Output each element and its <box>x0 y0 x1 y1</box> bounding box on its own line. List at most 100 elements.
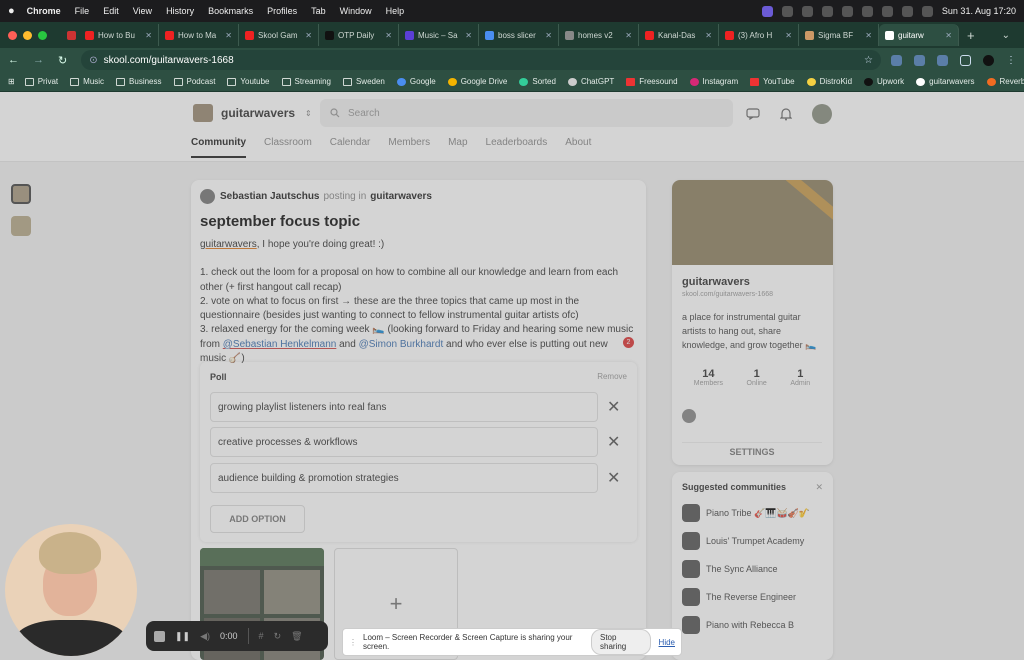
user-mention[interactable]: @Simon Burkhardt <box>359 339 444 350</box>
bookmark-business[interactable]: Business <box>116 77 162 86</box>
bookmark-reverb[interactable]: Reverb <box>986 77 1024 86</box>
close-window-button[interactable] <box>8 30 17 40</box>
remove-option-icon[interactable]: ✕ <box>607 397 620 417</box>
post-group-link[interactable]: guitarwavers <box>370 191 432 202</box>
bookmark-youtube-folder[interactable]: Youtube <box>227 77 270 86</box>
bookmark-streaming[interactable]: Streaming <box>281 77 331 86</box>
close-tab-icon[interactable]: ✕ <box>945 31 952 40</box>
extension-icon[interactable] <box>937 54 948 66</box>
tab-calendar[interactable]: Calendar <box>330 137 371 158</box>
suggested-item[interactable]: The Reverse Engineer <box>682 588 796 606</box>
search-icon[interactable] <box>901 5 913 17</box>
remove-poll-button[interactable]: Remove <box>597 372 627 382</box>
bookmark-music[interactable]: Music <box>70 77 104 86</box>
author-avatar[interactable] <box>200 189 215 204</box>
suggested-item[interactable]: Louis' Trumpet Academy <box>682 532 804 550</box>
close-tab-icon[interactable]: ✕ <box>705 31 712 40</box>
bookmark-google-drive[interactable]: Google Drive <box>447 77 507 86</box>
tab[interactable]: OTP Daily ✕ <box>319 24 399 46</box>
close-tab-icon[interactable]: ✕ <box>625 31 632 40</box>
bookmark-sweden[interactable]: Sweden <box>342 77 385 86</box>
close-tab-icon[interactable]: ✕ <box>465 31 472 40</box>
tab[interactable]: boss slicer ✕ <box>479 24 559 46</box>
pause-icon[interactable]: ❚❚ <box>175 631 190 642</box>
remove-option-icon[interactable]: ✕ <box>607 432 620 452</box>
chat-icon[interactable] <box>746 108 760 120</box>
zoom-window-button[interactable] <box>38 30 47 40</box>
author-name[interactable]: Sebastian Jautschus <box>220 191 319 202</box>
bookmark-freesound[interactable]: Freesound <box>626 77 678 86</box>
remove-option-icon[interactable]: ✕ <box>607 468 620 488</box>
stop-sharing-button[interactable]: Stop sharing <box>591 629 651 655</box>
extension-icon[interactable] <box>914 54 925 66</box>
group-mention[interactable]: guitarwavers <box>200 239 257 250</box>
bookmark-guitarwavers[interactable]: guitarwavers <box>916 77 975 86</box>
back-icon[interactable]: ← <box>8 54 19 66</box>
poll-option-input[interactable]: audience building & promotion strategies <box>210 463 598 493</box>
status-icon[interactable] <box>781 5 793 17</box>
menu-history[interactable]: History <box>166 6 194 16</box>
minimize-window-button[interactable] <box>23 30 32 40</box>
tab-about[interactable]: About <box>565 137 591 158</box>
status-icon[interactable] <box>861 5 873 17</box>
menu-view[interactable]: View <box>133 6 152 16</box>
menu-edit[interactable]: Edit <box>103 6 119 16</box>
tab[interactable]: How to Ma ✕ <box>159 24 239 46</box>
suggested-item[interactable]: The Sync Alliance <box>682 560 778 578</box>
tab-classroom[interactable]: Classroom <box>264 137 312 158</box>
share-grip-icon[interactable]: ⋮ <box>349 638 357 647</box>
menu-help[interactable]: Help <box>386 6 405 16</box>
close-tab-icon[interactable]: ✕ <box>225 31 232 40</box>
tab-map[interactable]: Map <box>448 137 467 158</box>
stat-admin[interactable]: 1 Admin <box>790 368 810 387</box>
tab-community[interactable]: Community <box>191 137 246 158</box>
trash-icon[interactable]: 🗑 <box>291 631 302 642</box>
forward-icon[interactable]: → <box>33 54 44 66</box>
extension-icon[interactable] <box>891 54 902 66</box>
mute-icon[interactable]: ◀) <box>200 631 210 642</box>
bookmark-podcast[interactable]: Podcast <box>173 77 215 86</box>
tab[interactable]: Kanal-Das ✕ <box>639 24 719 46</box>
close-tab-icon[interactable]: ✕ <box>865 31 872 40</box>
group-icon-guitarwavers[interactable] <box>11 184 31 204</box>
search-input[interactable]: Search <box>320 99 733 127</box>
close-tab-icon[interactable]: ✕ <box>305 31 312 40</box>
tab[interactable]: Sigma BF ✕ <box>799 24 879 46</box>
tab[interactable]: homes v2 ✕ <box>559 24 639 46</box>
loom-camera-bubble[interactable] <box>5 524 137 656</box>
close-icon[interactable]: ✕ <box>815 482 823 493</box>
clock[interactable]: Sun 31. Aug 17:20 <box>942 6 1016 16</box>
group-icon[interactable] <box>11 216 31 236</box>
apple-icon[interactable]: ● <box>8 5 15 17</box>
close-tab-icon[interactable]: ✕ <box>545 31 552 40</box>
hide-button[interactable]: Hide <box>659 638 675 647</box>
apps-grid-icon[interactable]: ⊞ <box>8 77 15 86</box>
wifi-icon[interactable] <box>881 5 893 17</box>
bookmark-sorted[interactable]: Sorted <box>519 77 556 86</box>
suggested-item[interactable]: Piano Tribe 🎸🎹🥁🎻🎷 <box>682 504 810 522</box>
close-tab-icon[interactable]: ✕ <box>385 31 392 40</box>
menu-tab[interactable]: Tab <box>311 6 326 16</box>
status-icon[interactable] <box>801 5 813 17</box>
menu-profiles[interactable]: Profiles <box>267 6 297 16</box>
bookmark-google[interactable]: Google <box>396 77 436 86</box>
bookmark-instagram[interactable]: Instagram <box>689 77 738 86</box>
add-option-button[interactable]: ADD OPTION <box>210 505 305 533</box>
member-avatar[interactable] <box>682 409 696 423</box>
menu-kebab-icon[interactable]: ⋮ <box>1006 55 1016 66</box>
tab-active[interactable]: guitarw ✕ <box>879 24 959 46</box>
grid-icon[interactable]: # <box>259 631 264 641</box>
menu-window[interactable]: Window <box>340 6 372 16</box>
tab[interactable]: How to Bu ✕ <box>79 24 159 46</box>
tab-pinned[interactable] <box>61 24 79 46</box>
site-info-icon[interactable]: ⊙ <box>89 55 97 66</box>
stat-members[interactable]: 14 Members <box>694 368 723 387</box>
bookmark-upwork[interactable]: Upwork <box>864 77 904 86</box>
poll-option-input[interactable]: creative processes & workflows <box>210 427 598 457</box>
reload-icon[interactable]: ↻ <box>58 54 67 67</box>
bookmark-chatgpt[interactable]: ChatGPT <box>567 77 614 86</box>
profile-avatar[interactable] <box>983 54 994 66</box>
bell-icon[interactable] <box>780 107 792 121</box>
tab-members[interactable]: Members <box>388 137 430 158</box>
tab[interactable]: Music – Sa ✕ <box>399 24 479 46</box>
